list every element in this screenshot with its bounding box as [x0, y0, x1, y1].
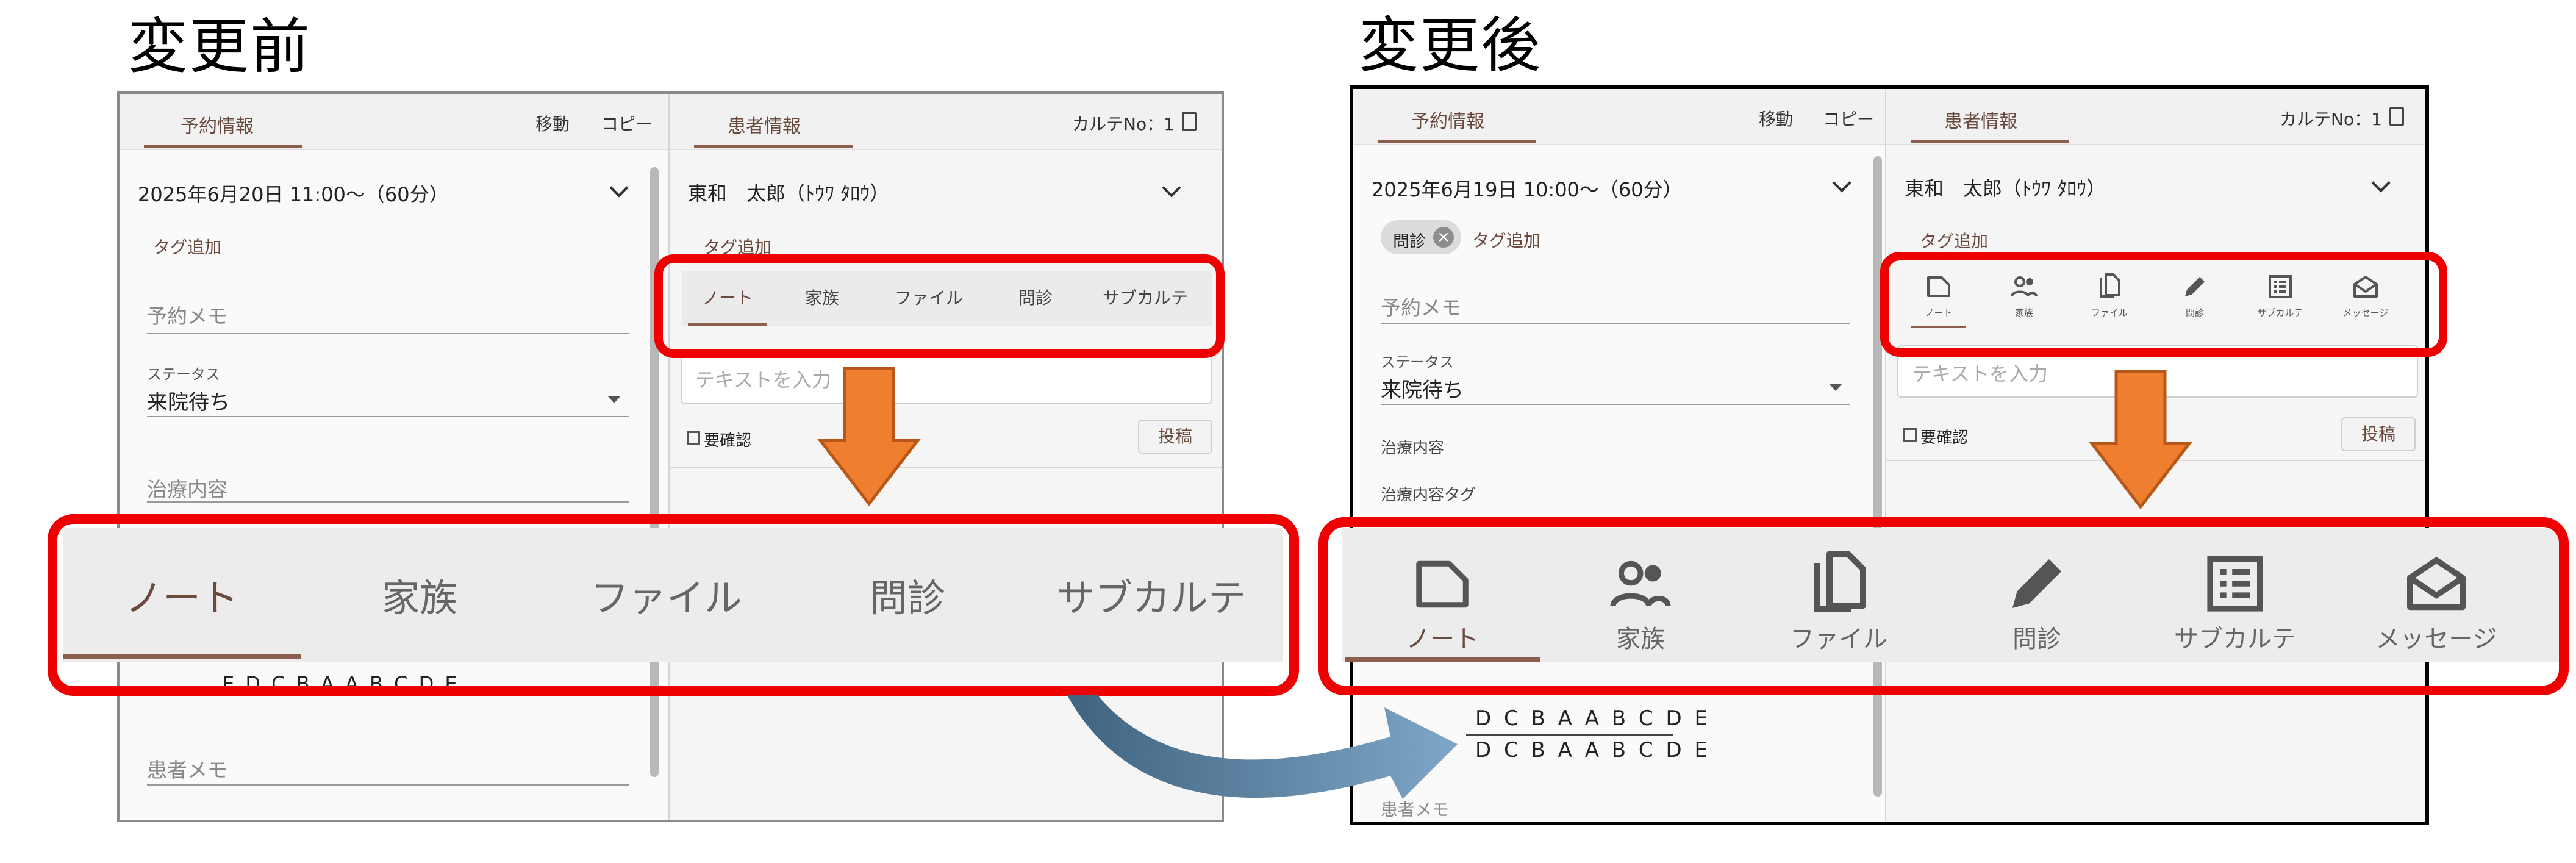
status-select[interactable]: 来院待ち: [1381, 373, 1464, 403]
post-button[interactable]: 投稿: [1138, 420, 1212, 454]
dropdown-arrow-icon[interactable]: [1829, 384, 1842, 391]
karte-number: カルテNo：1: [2280, 109, 2382, 129]
treatment-underline: [147, 501, 629, 503]
text-input[interactable]: テキストを入力: [681, 351, 1212, 404]
copy-icon[interactable]: [2389, 107, 2404, 126]
chevron-down-icon[interactable]: [1162, 178, 1181, 198]
chevron-down-icon[interactable]: [609, 178, 629, 198]
heading-after: 変更後: [1359, 11, 1542, 81]
treatment-tag-label: 治療内容タグ: [1381, 486, 1476, 504]
dropdown-arrow-icon[interactable]: [607, 396, 621, 403]
close-icon[interactable]: ×: [1433, 227, 1454, 248]
need-confirm-label: 要確認: [1920, 429, 1969, 447]
before-window: 予約情報 移動 コピー 2025年6月20日 11:00〜（60分） タグ追加 …: [117, 91, 1224, 822]
highlight-box-before-tabs: [654, 254, 1225, 358]
divider: [670, 467, 1222, 468]
tag-add-link[interactable]: タグ追加: [153, 234, 221, 259]
need-confirm-label: 要確認: [704, 432, 752, 450]
need-confirm-checkbox[interactable]: [687, 431, 700, 445]
tab-patient-info[interactable]: 患者情報: [728, 111, 801, 138]
patient-memo-field[interactable]: 患者メモ: [147, 754, 227, 783]
status-label: ステータス: [1381, 354, 1454, 371]
arrow-down-icon: [2089, 370, 2192, 509]
status-label: ステータス: [147, 366, 220, 383]
text-input-placeholder: テキストを入力: [695, 368, 832, 392]
tab-underline: [144, 145, 302, 148]
tag-add-link[interactable]: タグ追加: [1920, 228, 1988, 252]
reservation-pane: 予約情報 移動 コピー 2025年6月20日 11:00〜（60分） タグ追加 …: [120, 94, 668, 820]
post-button[interactable]: 投稿: [2341, 417, 2416, 451]
reservation-memo-field[interactable]: 予約メモ: [147, 300, 227, 329]
reservation-memo-field[interactable]: 予約メモ: [1381, 292, 1461, 321]
heading-before: 変更前: [128, 12, 312, 82]
patient-header: 患者情報 カルテNo：1: [1886, 89, 2425, 145]
highlight-box-after-tabs: [1880, 252, 2447, 357]
scrollbar[interactable]: [1873, 156, 1882, 797]
memo-underline: [147, 333, 629, 334]
status-underline: [147, 416, 629, 417]
arrow-down-icon: [817, 367, 921, 506]
highlight-box-zoom-before: [48, 514, 1299, 696]
treatment-field[interactable]: 治療内容: [147, 473, 227, 503]
copy-button[interactable]: コピー: [601, 111, 653, 135]
chip-label: 問診: [1393, 232, 1426, 251]
patient-name: 東和 太郎（ﾄｳﾜ ﾀﾛｳ）: [1905, 177, 2106, 200]
memo-underline: [1381, 323, 1850, 324]
reservation-header: 予約情報 移動 コピー: [120, 94, 668, 150]
status-underline: [1381, 404, 1850, 405]
tab-underline: [1911, 140, 2069, 143]
tab-reservation-info[interactable]: 予約情報: [1411, 106, 1484, 133]
tag-add-link[interactable]: タグ追加: [1472, 227, 1540, 252]
appointment-datetime: 2025年6月20日 11:00〜（60分）: [138, 183, 449, 206]
tab-reservation-info[interactable]: 予約情報: [181, 111, 254, 138]
move-button[interactable]: 移動: [1759, 106, 1793, 131]
patient-header: 患者情報 カルテNo：1: [670, 94, 1222, 150]
need-confirm-checkbox[interactable]: [1903, 428, 1917, 442]
appointment-datetime: 2025年6月19日 10:00〜（60分）: [1372, 178, 1683, 201]
curved-arrow-icon: [1067, 695, 1458, 799]
move-button[interactable]: 移動: [535, 111, 570, 135]
patient-memo-underline: [147, 784, 629, 786]
text-input-placeholder: テキストを入力: [1912, 362, 2048, 385]
chevron-down-icon[interactable]: [2371, 173, 2391, 193]
chevron-down-icon[interactable]: [1832, 173, 1852, 193]
copy-icon[interactable]: [1182, 112, 1197, 131]
patient-name: 東和 太郎（ﾄｳﾜ ﾀﾛｳ）: [688, 182, 890, 205]
karte-number: カルテNo：1: [1072, 114, 1175, 134]
highlight-box-zoom-after: [1318, 517, 2569, 695]
status-select[interactable]: 来院待ち: [147, 385, 230, 415]
reservation-header: 予約情報 移動 コピー: [1353, 89, 1890, 145]
tab-patient-info[interactable]: 患者情報: [1944, 106, 2017, 133]
tag-chip-interview[interactable]: 問診 ×: [1381, 220, 1461, 254]
copy-button[interactable]: コピー: [1823, 106, 1874, 131]
tab-underline: [1378, 140, 1536, 143]
tab-underline: [694, 145, 853, 148]
treatment-label: 治療内容: [1381, 439, 1445, 457]
